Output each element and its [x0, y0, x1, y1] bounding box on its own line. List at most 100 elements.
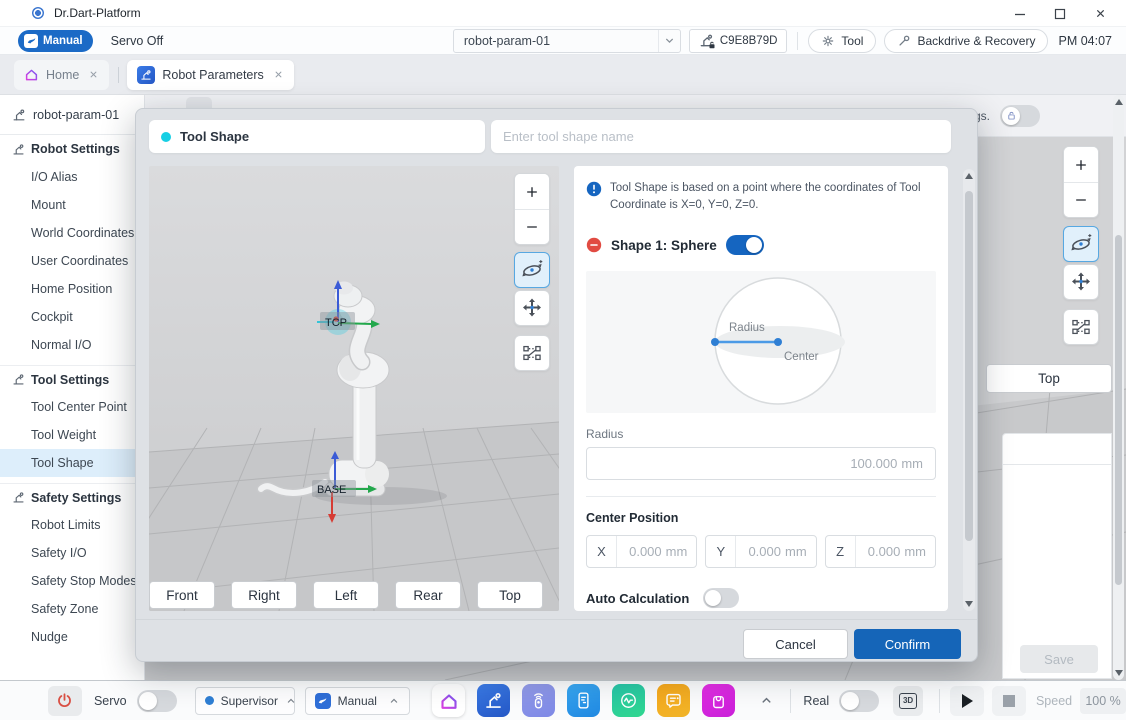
- sidebar-section-tool-settings[interactable]: Tool Settings: [0, 365, 144, 393]
- dialog-3d-viewport[interactable]: TCP BASE Front Rig: [149, 166, 559, 611]
- sidebar-header: robot-param-01: [0, 95, 144, 135]
- measure-button[interactable]: [514, 335, 550, 371]
- play-button[interactable]: [950, 686, 984, 716]
- center-x-input[interactable]: X 0.000mm: [586, 535, 697, 568]
- remote-app-button[interactable]: [522, 684, 555, 717]
- tab-close-icon[interactable]: [273, 69, 284, 80]
- page-scrollbar[interactable]: [1113, 95, 1124, 680]
- center-z-input[interactable]: Z 0.000mm: [825, 535, 936, 568]
- stop-button[interactable]: [992, 686, 1026, 716]
- simulation-3d-button[interactable]: 3D: [893, 686, 923, 716]
- backdrive-button-label: Backdrive & Recovery: [917, 34, 1035, 48]
- mode-select[interactable]: Manual: [305, 687, 411, 715]
- speed-value[interactable]: 100 %: [1080, 688, 1126, 714]
- sidebar-item-tool-center-point[interactable]: Tool Center Point: [0, 393, 144, 421]
- auto-calculation-toggle[interactable]: [703, 588, 739, 608]
- dock-collapse-icon[interactable]: [759, 693, 774, 708]
- sphere-diagram: Radius Center: [586, 271, 936, 413]
- tool-shape-name-input[interactable]: [491, 120, 951, 153]
- tool-shape-dialog: Tool Shape: [135, 108, 978, 662]
- lock-settings-toggle[interactable]: [1000, 105, 1040, 127]
- radius-input[interactable]: 100.000 mm: [586, 447, 936, 480]
- maximize-button[interactable]: [1040, 0, 1080, 27]
- tablet-app-button[interactable]: [567, 684, 600, 717]
- sidebar-item-normal-io[interactable]: Normal I/O: [0, 331, 144, 359]
- pan-button[interactable]: [514, 290, 550, 326]
- tab-close-icon[interactable]: [88, 69, 99, 80]
- measure-button[interactable]: [1063, 309, 1099, 345]
- scrollbar-thumb[interactable]: [1115, 235, 1122, 585]
- mode-button[interactable]: Manual: [18, 30, 93, 52]
- zoom-in-button[interactable]: [515, 174, 549, 209]
- home-icon: [24, 67, 39, 82]
- dialog-scrollbar[interactable]: [963, 169, 975, 611]
- zoom-out-button[interactable]: [515, 209, 549, 244]
- sidebar-nav: Robot Settings I/O Alias Mount World Coo…: [0, 135, 144, 651]
- view-top-button[interactable]: Top: [986, 364, 1112, 393]
- robot-params-app-button[interactable]: [477, 684, 510, 717]
- sidebar-item-safety-stop-modes[interactable]: Safety Stop Modes: [0, 567, 144, 595]
- scrollbar-thumb[interactable]: [965, 191, 973, 541]
- sidebar-item-robot-limits[interactable]: Robot Limits: [0, 511, 144, 539]
- device-id-button[interactable]: C9E8B79D: [689, 29, 788, 53]
- bag-icon: [708, 690, 729, 711]
- sidebar-item-tool-shape[interactable]: Tool Shape: [0, 449, 144, 477]
- sidebar-item-safety-zone[interactable]: Safety Zone: [0, 595, 144, 623]
- scroll-up-icon[interactable]: [1115, 99, 1123, 105]
- scroll-down-icon[interactable]: [1115, 670, 1123, 676]
- diagram-center-label: Center: [784, 351, 819, 363]
- real-toggle[interactable]: [839, 690, 879, 712]
- scroll-up-icon[interactable]: [965, 173, 973, 179]
- view-buttons: Front Right Left Rear Top: [149, 581, 543, 609]
- backdrive-recovery-button[interactable]: Backdrive & Recovery: [884, 29, 1048, 53]
- cancel-button[interactable]: Cancel: [743, 629, 848, 659]
- role-select[interactable]: Supervisor: [195, 687, 295, 715]
- orbit-rotate-button[interactable]: [1063, 226, 1099, 262]
- robot-lock-icon: [699, 33, 714, 48]
- center-y-input[interactable]: Y 0.000mm: [705, 535, 816, 568]
- minimize-button[interactable]: [1000, 0, 1040, 27]
- pan-button[interactable]: [1063, 264, 1099, 300]
- sidebar-item-nudge[interactable]: Nudge: [0, 623, 144, 651]
- view-front-button[interactable]: Front: [149, 581, 215, 609]
- confirm-button[interactable]: Confirm: [854, 629, 961, 659]
- home-app-button[interactable]: [432, 684, 465, 717]
- scroll-down-icon[interactable]: [965, 601, 973, 607]
- view-right-button[interactable]: Right: [231, 581, 297, 609]
- monitor-app-button[interactable]: [612, 684, 645, 717]
- tab-home[interactable]: Home: [14, 60, 109, 90]
- zoom-out-button[interactable]: [1064, 182, 1098, 217]
- log-app-button[interactable]: [657, 684, 690, 717]
- play-icon: [962, 694, 973, 708]
- center-position-fields: X 0.000mm Y 0.000mm Z 0.000mm: [586, 535, 936, 568]
- close-button[interactable]: [1080, 0, 1120, 27]
- chevron-up-icon: [285, 695, 297, 707]
- power-button[interactable]: [48, 686, 82, 716]
- store-app-button[interactable]: [702, 684, 735, 717]
- sidebar-item-io-alias[interactable]: I/O Alias: [0, 163, 144, 191]
- wrench-icon: [897, 34, 911, 48]
- remove-shape-icon[interactable]: [586, 237, 602, 253]
- view-left-button[interactable]: Left: [313, 581, 379, 609]
- sidebar-item-tool-weight[interactable]: Tool Weight: [0, 421, 144, 449]
- view-rear-button[interactable]: Rear: [395, 581, 461, 609]
- view-top-button[interactable]: Top: [477, 581, 543, 609]
- sidebar-item-home-position[interactable]: Home Position: [0, 275, 144, 303]
- sidebar-section-robot-settings[interactable]: Robot Settings: [0, 135, 144, 163]
- tool-button[interactable]: Tool: [808, 29, 876, 53]
- sidebar-item-cockpit[interactable]: Cockpit: [0, 303, 144, 331]
- tab-robot-parameters[interactable]: Robot Parameters: [127, 60, 293, 90]
- tablet-icon: [573, 690, 594, 711]
- sidebar-item-user-coordinates[interactable]: User Coordinates: [0, 247, 144, 275]
- shape-enable-toggle[interactable]: [726, 235, 764, 255]
- app-logo-icon: [32, 7, 44, 19]
- preset-select[interactable]: robot-param-01: [453, 29, 681, 53]
- sidebar-item-world-coordinates[interactable]: World Coordinates: [0, 219, 144, 247]
- sidebar-section-safety-settings[interactable]: Safety Settings: [0, 483, 144, 511]
- zoom-in-button[interactable]: [1064, 147, 1098, 182]
- sidebar-item-mount[interactable]: Mount: [0, 191, 144, 219]
- sidebar-item-safety-io[interactable]: Safety I/O: [0, 539, 144, 567]
- save-button[interactable]: Save: [1020, 645, 1098, 673]
- servo-toggle[interactable]: [137, 690, 177, 712]
- orbit-rotate-button[interactable]: [514, 252, 550, 288]
